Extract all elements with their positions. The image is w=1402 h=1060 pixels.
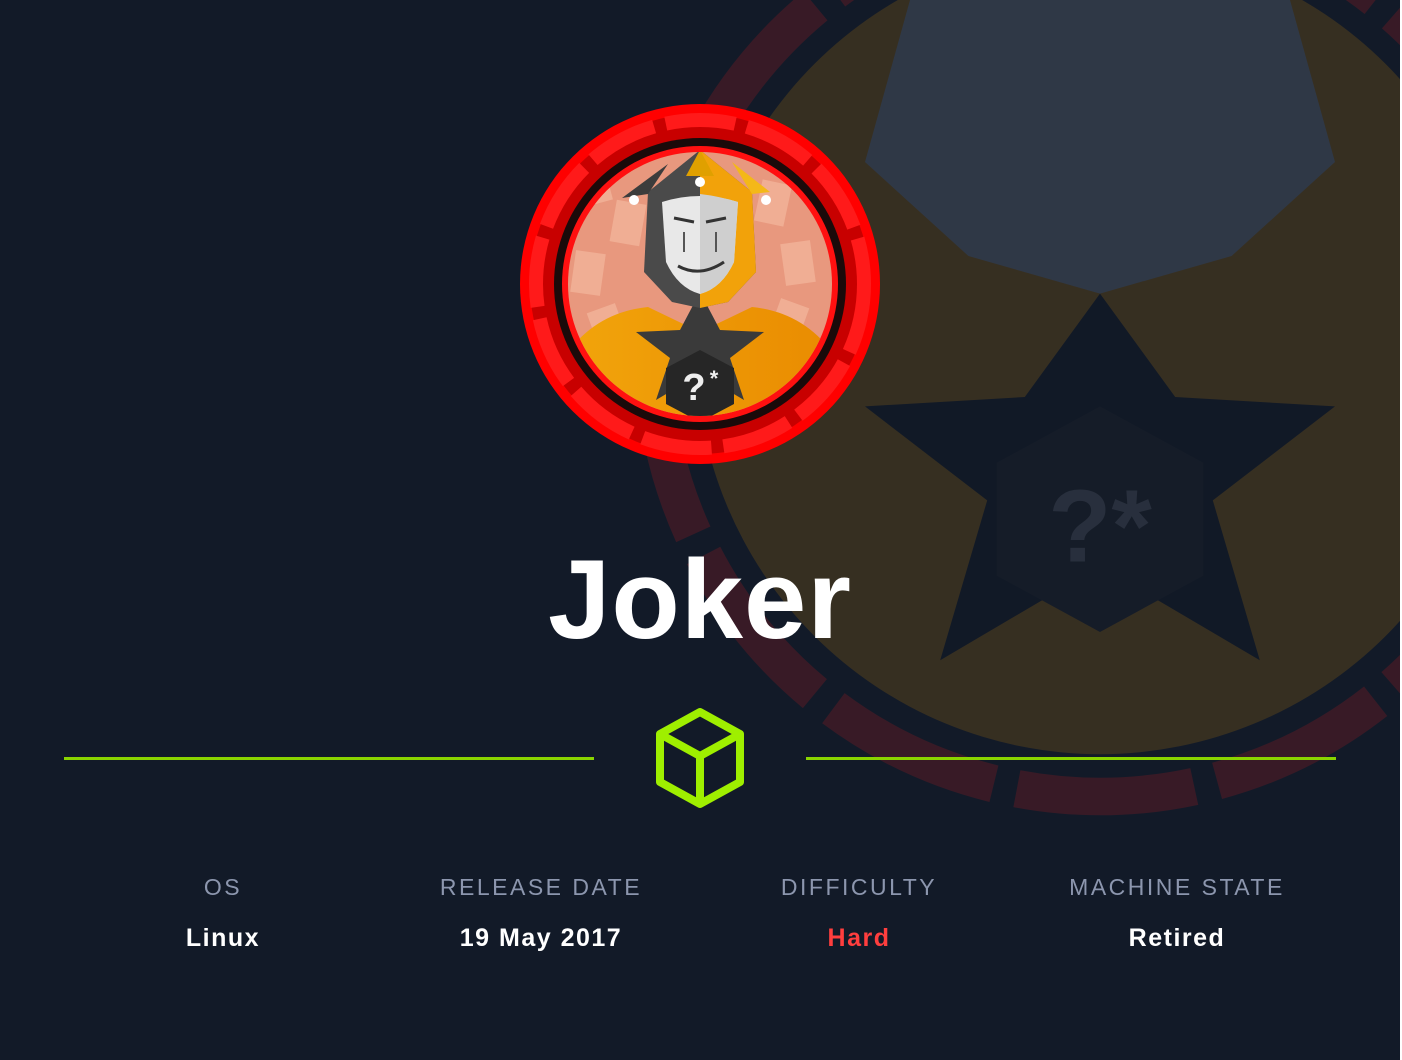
machine-card: ?* ? * Joker OS Linux RELEASE DATE 19 Ma… <box>0 0 1400 1060</box>
machine-title: Joker <box>548 537 852 662</box>
stat-difficulty: DIFFICULTY Hard <box>700 872 1018 953</box>
stat-os: OS Linux <box>64 872 382 953</box>
stat-label: MACHINE STATE <box>1069 874 1285 900</box>
stat-release-date: RELEASE DATE 19 May 2017 <box>382 872 700 953</box>
stat-value: Retired <box>1128 924 1226 952</box>
stat-value: Linux <box>185 924 261 952</box>
divider-line-right <box>806 757 1336 760</box>
stat-label: OS <box>203 874 243 900</box>
svg-text:?: ? <box>682 367 705 409</box>
svg-text:*: * <box>710 366 719 391</box>
machine-stats: OS Linux RELEASE DATE 19 May 2017 DIFFIC… <box>64 872 1336 953</box>
machine-avatar: ? * <box>520 104 880 464</box>
stat-label: DIFFICULTY <box>780 874 938 900</box>
cube-icon <box>656 708 744 808</box>
divider-line-left <box>64 757 594 760</box>
stat-machine-state: MACHINE STATE Retired <box>1018 872 1336 953</box>
stat-value: 19 May 2017 <box>459 924 623 952</box>
stat-label: RELEASE DATE <box>439 874 643 900</box>
difficulty-badge: Hard <box>827 924 891 952</box>
